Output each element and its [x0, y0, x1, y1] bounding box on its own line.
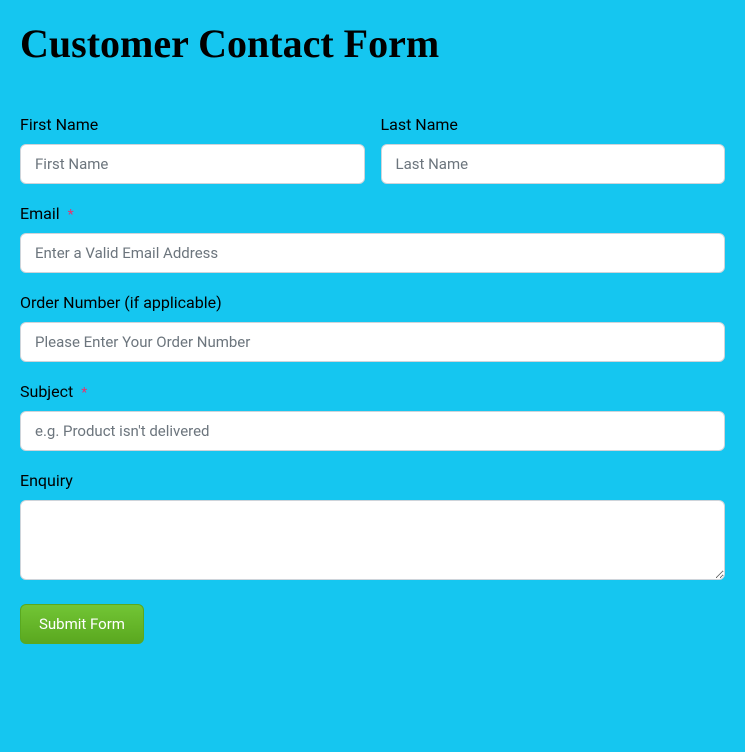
enquiry-textarea[interactable]: [20, 500, 725, 580]
enquiry-field: Enquiry: [20, 471, 725, 580]
email-label: Email *: [20, 204, 725, 223]
subject-input[interactable]: [20, 411, 725, 451]
email-field: Email *: [20, 204, 725, 273]
subject-label: Subject *: [20, 382, 725, 401]
order-number-input[interactable]: [20, 322, 725, 362]
first-name-field: First Name: [20, 115, 365, 184]
contact-form: First Name Last Name Email * Order Numbe…: [20, 115, 725, 644]
page-title: Customer Contact Form: [20, 20, 725, 67]
email-input[interactable]: [20, 233, 725, 273]
contact-form-container: Customer Contact Form First Name Last Na…: [0, 0, 745, 752]
subject-field: Subject *: [20, 382, 725, 451]
first-name-input[interactable]: [20, 144, 365, 184]
order-number-field: Order Number (if applicable): [20, 293, 725, 362]
last-name-label: Last Name: [381, 115, 726, 134]
submit-button[interactable]: Submit Form: [20, 604, 144, 644]
last-name-input[interactable]: [381, 144, 726, 184]
first-name-label: First Name: [20, 115, 365, 134]
enquiry-label: Enquiry: [20, 471, 725, 490]
required-asterisk-icon: *: [68, 207, 74, 223]
subject-label-text: Subject: [20, 382, 73, 401]
name-row: First Name Last Name: [20, 115, 725, 184]
last-name-field: Last Name: [381, 115, 726, 184]
required-asterisk-icon: *: [81, 385, 87, 401]
order-number-label: Order Number (if applicable): [20, 293, 725, 312]
email-label-text: Email: [20, 204, 60, 223]
